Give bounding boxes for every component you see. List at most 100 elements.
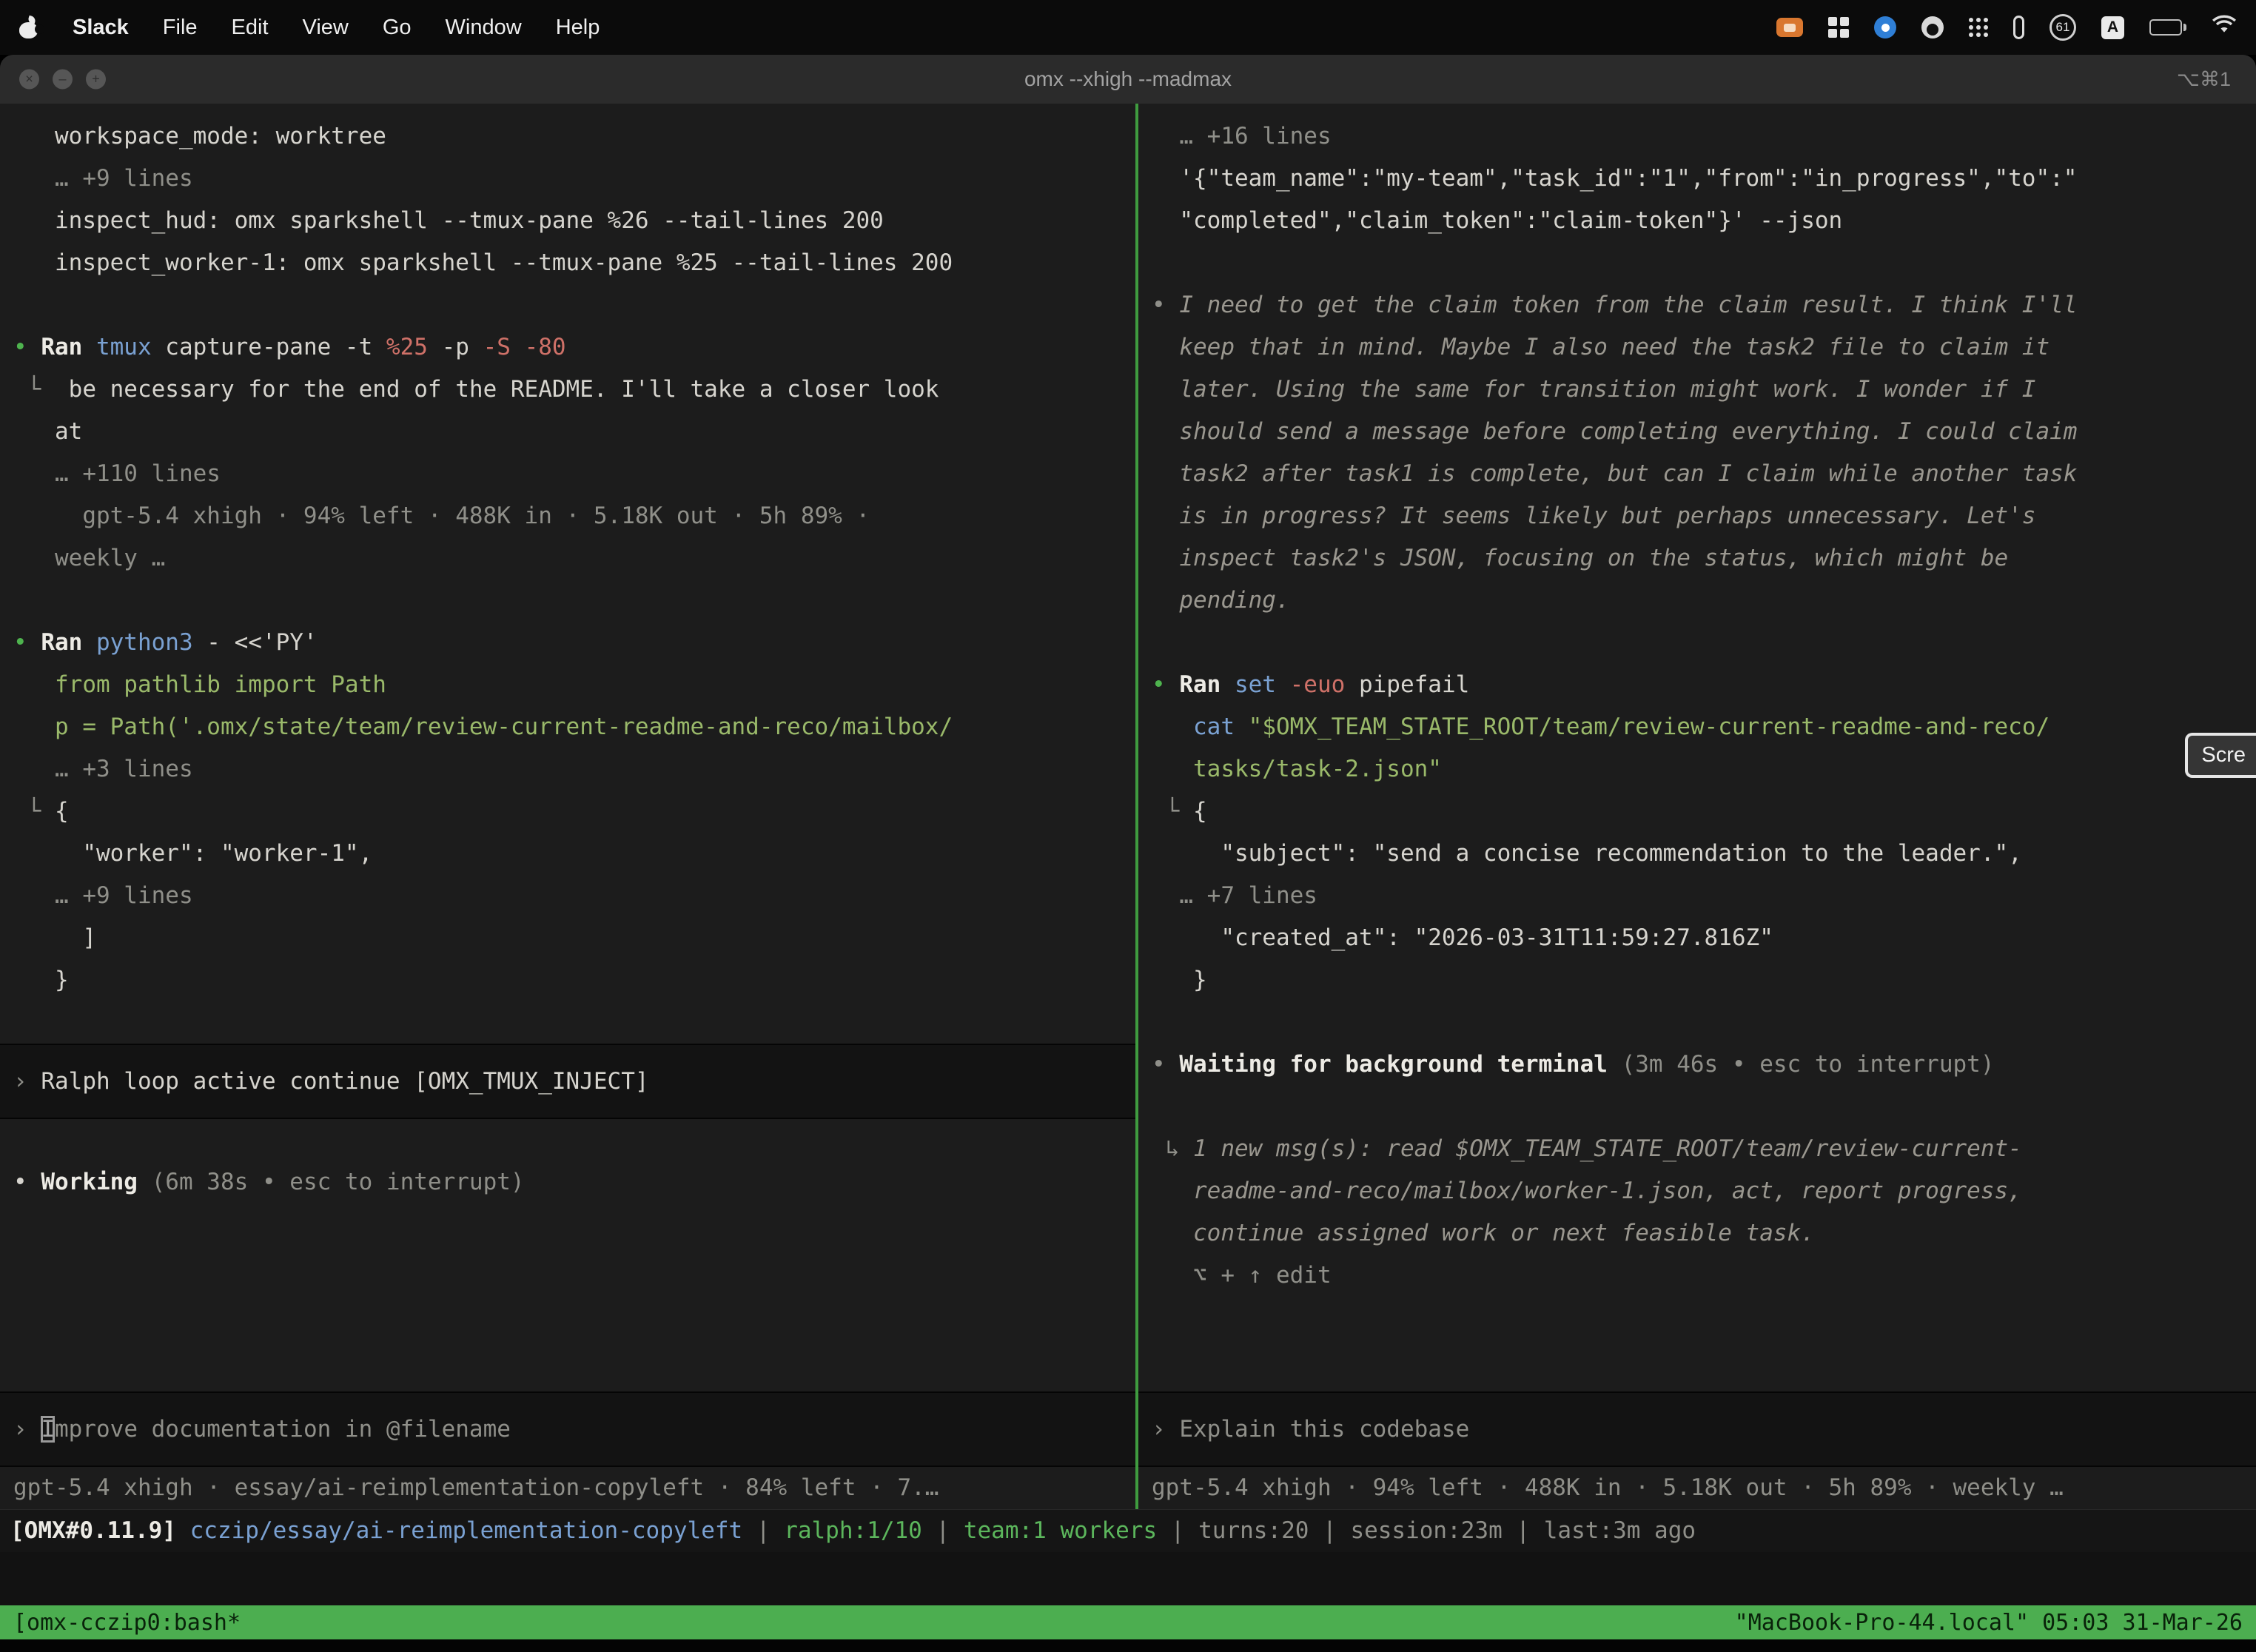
terminal-row: inspect_hud: omx sparkshell --tmux-pane …	[13, 200, 1122, 242]
launcher-dots-icon[interactable]	[1969, 18, 1988, 37]
terminal-row: at	[13, 411, 1122, 453]
terminal-row: … +9 lines	[13, 158, 1122, 200]
text-segment: gpt-5.4 xhigh · 94% left · 488K in · 5.1…	[13, 503, 870, 529]
screen-share-overlay-chip[interactable]: Scre	[2185, 733, 2256, 778]
text-segment: ]	[13, 924, 96, 951]
text-segment: team:1 workers	[964, 1517, 1157, 1544]
terminal-row: • Ran python3 - <<'PY'	[13, 622, 1122, 664]
terminal-row: … +16 lines	[1152, 115, 2243, 158]
terminal-row: workspace_mode: worktree	[13, 115, 1122, 158]
terminal-pane-left[interactable]: workspace_mode: worktree … +9 lines insp…	[0, 104, 1135, 1509]
text-segment: … +7 lines	[1152, 882, 1317, 909]
text-segment: ›	[13, 1068, 41, 1095]
terminal-row: "created_at": "2026-03-31T11:59:27.816Z"	[1152, 917, 2243, 959]
terminal-row: gpt-5.4 xhigh · 94% left · 488K in · 5.1…	[13, 495, 1122, 537]
text-segment: - <<'PY'	[193, 629, 318, 656]
text-segment: |	[1309, 1517, 1350, 1544]
text-segment: last:3m ago	[1544, 1517, 1696, 1544]
terminal-row: keep that in mind. Maybe I also need the…	[1152, 326, 2243, 369]
tmux-status-bar: [omx-cczip0:bash* "MacBook-Pro-44.local"…	[0, 1605, 2256, 1639]
text-segment: tmux	[96, 334, 152, 360]
terminal-row: inspect_worker-1: omx sparkshell --tmux-…	[13, 242, 1122, 284]
terminal-row: • Ran set -euo pipefail	[1152, 664, 2243, 706]
text-segment: gpt-5.4 xhigh · essay/ai-reimplementatio…	[13, 1474, 939, 1501]
text-segment: •	[13, 629, 41, 656]
text-segment: "subject": "send a concise recommendatio…	[1152, 840, 2022, 867]
pane-spacer	[13, 1203, 1122, 1391]
menu-go[interactable]: Go	[383, 16, 412, 40]
battery-icon[interactable]	[2149, 19, 2186, 36]
text-segment	[1152, 713, 1193, 740]
terminal-blank-row	[13, 1001, 1122, 1044]
terminal-row: from pathlib import Path	[13, 664, 1122, 706]
text-segment: readme-and-reco/mailbox/worker-1.json, a…	[1152, 1178, 2022, 1204]
menu-help[interactable]: Help	[556, 16, 600, 40]
terminal-row: ]	[13, 917, 1122, 959]
text-segment: •	[1152, 671, 1179, 698]
text-segment: •	[1152, 1051, 1179, 1078]
terminal-split-area: workspace_mode: worktree … +9 lines insp…	[0, 104, 2256, 1510]
menu-app-name[interactable]: Slack	[73, 16, 129, 40]
menu-file[interactable]: File	[163, 16, 198, 40]
terminal-row: … +3 lines	[13, 748, 1122, 790]
text-segment: weekly …	[13, 545, 165, 571]
prompt-box[interactable]: › Improve documentation in @filename	[0, 1391, 1135, 1467]
text-segment: -p	[428, 334, 483, 360]
text-segment: Waiting for background terminal	[1179, 1051, 1608, 1078]
text-segment: Ran	[1179, 671, 1235, 698]
window-title-bar[interactable]: × – + omx --xhigh --madmax ⌥⌘1	[0, 55, 2256, 104]
text-segment: python3	[96, 629, 193, 656]
terminal-blank-row	[13, 284, 1122, 326]
text-segment: gpt-5.4 xhigh · 94% left · 488K in · 5.1…	[1152, 1474, 2064, 1501]
window-grid-icon[interactable]	[1828, 17, 1849, 38]
text-segment: }	[13, 967, 69, 993]
terminal-row: cat "$OMX_TEAM_STATE_ROOT/team/review-cu…	[1152, 706, 2243, 748]
github-app-icon[interactable]	[1921, 16, 1944, 38]
text-segment: be necessary for the end of the README. …	[69, 376, 939, 403]
text-segment: ⌥ + ↑ edit	[1152, 1262, 1332, 1289]
menu-edit[interactable]: Edit	[232, 16, 269, 40]
input-source-icon[interactable]: A	[2101, 16, 2124, 39]
terminal-row: "subject": "send a concise recommendatio…	[1152, 833, 2243, 875]
terminal-row: └ {	[1152, 790, 2243, 833]
screen-recording-stop-icon[interactable]	[1776, 18, 1803, 37]
terminal-row: └ be necessary for the end of the README…	[13, 369, 1122, 411]
terminal-row: is in progress? It seems likely but perh…	[1152, 495, 2243, 537]
prompt-box[interactable]: › Explain this codebase	[1138, 1391, 2256, 1467]
utility-pill-icon[interactable]	[2013, 16, 2024, 39]
text-segment: Working	[41, 1169, 138, 1195]
terminal-row: should send a message before completing …	[1152, 411, 2243, 453]
menu-view[interactable]: View	[303, 16, 349, 40]
terminal-row: • I need to get the claim token from the…	[1152, 284, 2243, 326]
text-segment: (3m 46s • esc to interrupt)	[1608, 1051, 1995, 1078]
terminal-row: readme-and-reco/mailbox/worker-1.json, a…	[1152, 1170, 2243, 1212]
text-segment: cat	[1193, 713, 1249, 740]
battery-percent-badge[interactable]: 61	[2049, 14, 2076, 41]
text-segment: "worker": "worker-1",	[13, 840, 372, 867]
model-status-line: gpt-5.4 xhigh · essay/ai-reimplementatio…	[13, 1467, 1122, 1509]
text-segment: }	[1152, 967, 1207, 993]
terminal-pane-right[interactable]: … +16 lines '{"team_name":"my-team","tas…	[1138, 104, 2256, 1509]
wifi-icon[interactable]	[2212, 15, 2237, 40]
text-segment: |	[1503, 1517, 1544, 1544]
text-segment: ›	[13, 1416, 41, 1443]
text-segment: workspace_mode: worktree	[13, 123, 386, 150]
text-segment: … +16 lines	[1152, 123, 1332, 150]
terminal-row: weekly …	[13, 537, 1122, 580]
text-segment: should send a message before completing …	[1152, 418, 2077, 445]
terminal-blank-row	[13, 580, 1122, 622]
tmux-session-label: [omx-cczip0:bash*	[13, 1610, 241, 1636]
text-segment: tasks/task-2.json"	[1152, 756, 1442, 782]
screen-bottom-strip	[0, 1639, 2256, 1652]
prompt-box[interactable]: › Ralph loop active continue [OMX_TMUX_I…	[0, 1044, 1135, 1119]
menu-window[interactable]: Window	[446, 16, 522, 40]
apple-menu-icon[interactable]	[19, 16, 38, 38]
model-status-line: gpt-5.4 xhigh · 94% left · 488K in · 5.1…	[1152, 1467, 2243, 1509]
text-segment: -euo	[1276, 671, 1359, 698]
text-segment: … +9 lines	[13, 165, 193, 192]
camera-app-icon[interactable]	[1874, 16, 1896, 38]
text-segment: "completed","claim_token":"claim-token"}…	[1152, 207, 1842, 234]
text-segment: set	[1235, 671, 1276, 698]
text-segment: inspect_hud: omx sparkshell --tmux-pane …	[13, 207, 884, 234]
text-segment: inspect_worker-1: omx sparkshell --tmux-…	[13, 249, 953, 276]
